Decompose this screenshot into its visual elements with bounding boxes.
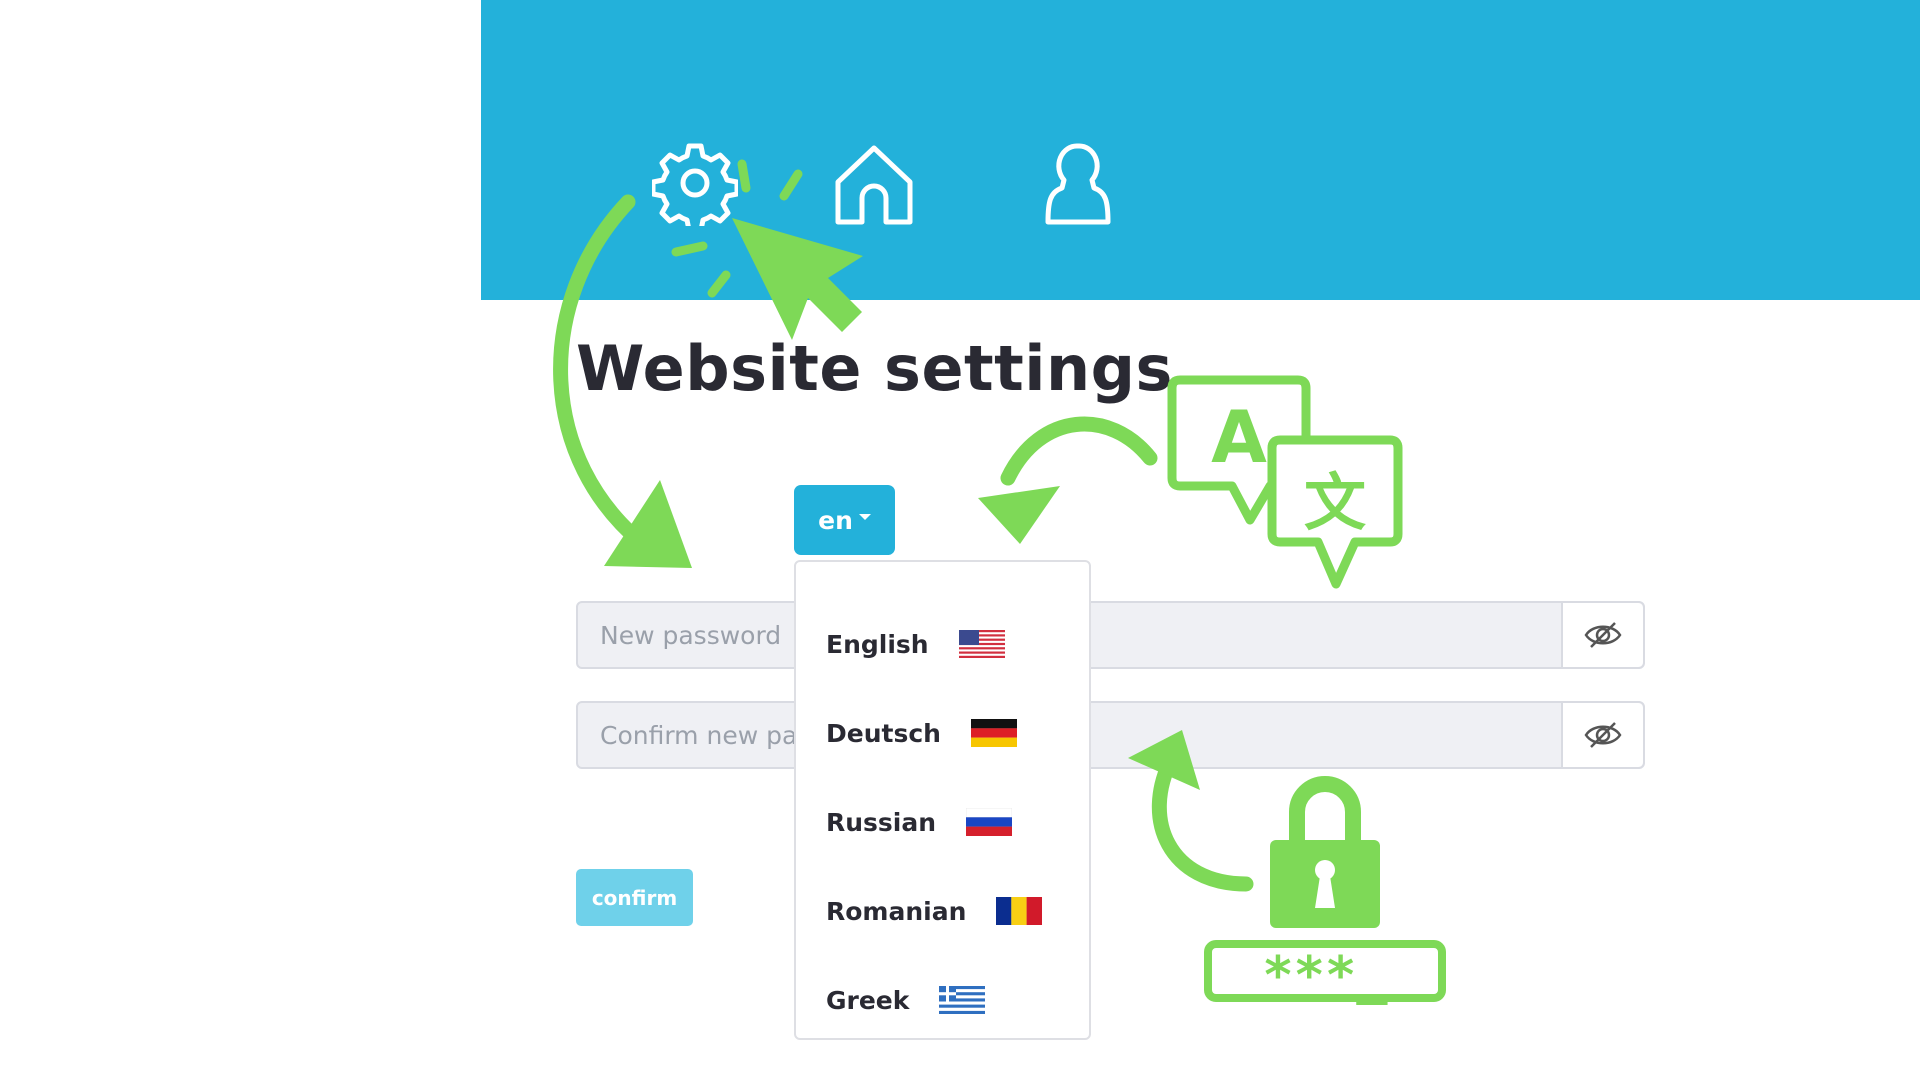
confirm-password-field: [576, 701, 1645, 769]
page-title: Website settings: [576, 332, 1173, 405]
new-password-field: [576, 601, 1645, 669]
language-option-greek[interactable]: Greek: [826, 975, 986, 1025]
language-dropdown-menu: English Deutsch Russian Romanian Greek: [794, 560, 1091, 1040]
eye-slash-icon[interactable]: [1561, 603, 1643, 667]
caret-down-icon: [858, 514, 871, 520]
home-icon[interactable]: [832, 142, 916, 226]
svg-text:***_: ***_: [1262, 946, 1388, 1006]
eye-slash-icon[interactable]: [1561, 703, 1643, 767]
curved-arrow-icon: [978, 416, 1158, 544]
language-option-russian[interactable]: Russian: [826, 797, 1013, 847]
gear-icon[interactable]: [652, 140, 738, 226]
romania-flag-icon: [996, 897, 1043, 925]
svg-text:文: 文: [1304, 466, 1366, 539]
language-option-romanian[interactable]: Romanian: [826, 886, 1043, 936]
language-option-label: Greek: [826, 985, 910, 1015]
germany-flag-icon: [970, 719, 1017, 747]
lock-icon: [1270, 776, 1380, 928]
language-option-english[interactable]: English: [826, 619, 1005, 669]
us-flag-icon: [958, 630, 1005, 658]
russia-flag-icon: [966, 808, 1013, 836]
language-option-label: Deutsch: [826, 718, 941, 748]
greece-flag-icon: [939, 986, 986, 1014]
translate-icon: A 文: [1167, 375, 1403, 589]
selected-language: en: [818, 505, 853, 535]
user-icon[interactable]: [1044, 142, 1112, 226]
language-option-label: Russian: [826, 807, 937, 837]
language-dropdown-button[interactable]: en: [794, 485, 895, 555]
language-option-label: Romanian: [826, 896, 967, 926]
masked-password-icon: ***_: [1204, 940, 1446, 1006]
svg-text:A: A: [1211, 395, 1267, 479]
confirm-button[interactable]: confirm: [576, 869, 693, 926]
language-option-deutsch[interactable]: Deutsch: [826, 708, 1017, 758]
language-option-label: English: [826, 629, 929, 659]
